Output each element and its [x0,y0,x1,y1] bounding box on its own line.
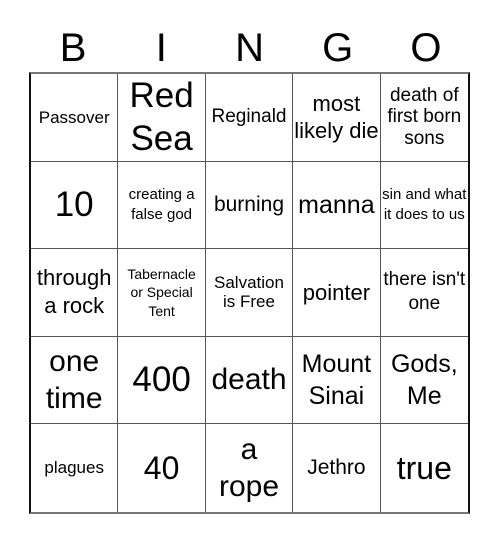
bingo-cell[interactable]: death of first born sons [380,74,468,162]
bingo-cell[interactable]: Passover [31,74,119,162]
bingo-cell[interactable]: creating a false god [118,161,206,250]
bingo-cell[interactable]: true [381,424,468,512]
bingo-cell[interactable]: plagues [31,424,119,512]
header-letter-b: B [59,26,87,70]
bingo-cell[interactable]: a rope [206,424,294,512]
bingo-cell[interactable]: Jethro [293,424,381,512]
bingo-card-grid: Passover Red Sea Reginald most likely di… [29,72,470,514]
bingo-cell[interactable]: manna [293,161,381,250]
header-letter-o: O [410,26,442,70]
bingo-cell[interactable]: through a rock [31,249,119,337]
bingo-cell[interactable]: 400 [118,336,206,425]
bingo-cell[interactable]: Mount Sinai [293,336,381,425]
bingo-cell[interactable]: Tabernacle or Special Tent [118,249,206,337]
header-letter-i: I [155,26,167,70]
bingo-cell[interactable]: burning [205,161,294,250]
bingo-cell[interactable]: Salvation is Free [205,249,294,337]
bingo-cell[interactable]: there isn't one [380,249,468,337]
bingo-cell[interactable]: Gods, Me [380,337,468,425]
bingo-cell[interactable]: pointer [293,249,381,337]
header-letter-n: N [235,26,264,70]
bingo-cell[interactable]: Reginald [205,74,294,162]
header-letter-g: G [322,26,354,70]
bingo-cell[interactable]: sin and what it does to us [380,162,468,250]
bingo-cell[interactable]: one time [31,336,119,425]
bingo-cell[interactable]: death [205,336,294,425]
bingo-cell[interactable]: 40 [118,424,206,512]
bingo-cell[interactable]: 10 [31,161,119,250]
bingo-header: B I N G O [29,26,470,70]
bingo-cell[interactable]: most likely die [293,74,381,162]
bingo-cell[interactable]: Red Sea [118,74,206,162]
